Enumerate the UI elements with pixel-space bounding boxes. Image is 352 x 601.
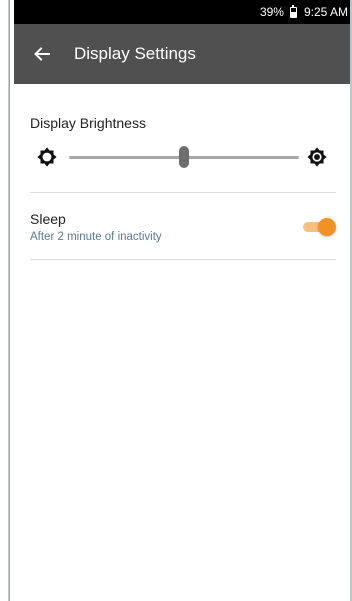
page-title: Display Settings [74, 44, 196, 63]
arrow-left-icon [34, 47, 50, 61]
battery-icon [289, 4, 297, 18]
battery-percent: 39% [259, 5, 284, 19]
sleep-setting-row[interactable]: Sleep After 2 minute of inactivity [14, 193, 350, 259]
sleep-toggle[interactable] [303, 218, 336, 236]
status-bar: 39% 9:25 AM [14, 0, 350, 24]
brightness-slider-thumb[interactable] [179, 146, 189, 168]
status-time: 9:25 AM [303, 5, 348, 19]
sleep-title: Sleep [30, 211, 66, 227]
brightness-slider-row [14, 142, 350, 172]
brightness-slider[interactable] [69, 146, 299, 168]
screen: 39% 9:25 AM Display Settings Display Bri… [14, 0, 350, 601]
brightness-high-icon [307, 147, 327, 167]
divider [30, 259, 336, 260]
brightness-low-icon [37, 147, 57, 167]
sleep-subtitle: After 2 minute of inactivity [30, 231, 162, 243]
sleep-toggle-thumb [318, 218, 336, 236]
app-bar: Display Settings [14, 24, 350, 84]
device-frame-left [0, 0, 10, 601]
back-button[interactable] [27, 39, 57, 69]
brightness-label: Display Brightness [30, 115, 146, 131]
